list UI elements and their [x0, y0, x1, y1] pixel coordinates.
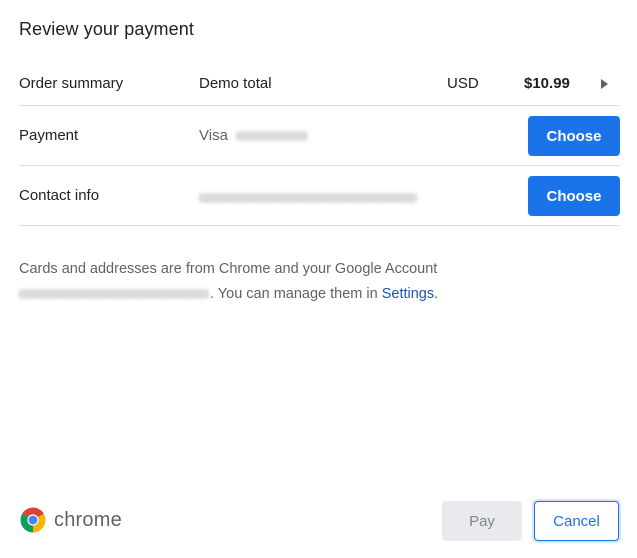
account-email-redacted [19, 289, 209, 300]
choose-contact-button[interactable]: Choose [528, 176, 620, 216]
order-summary-row[interactable]: Order summary Demo total USD $10.99 [19, 62, 619, 106]
choose-payment-button[interactable]: Choose [528, 116, 620, 156]
order-currency: USD [447, 75, 479, 92]
order-item-name: Demo total [199, 75, 272, 92]
info-line-2-text: . You can manage them in [210, 286, 382, 302]
contact-details-redacted [199, 193, 417, 203]
settings-link[interactable]: Settings [382, 286, 434, 302]
order-amount: $10.99 [524, 75, 570, 92]
info-line-2: . You can manage them in Settings. [19, 282, 619, 307]
payment-card-info: Visa [199, 127, 308, 144]
pay-button[interactable]: Pay [442, 501, 522, 541]
chrome-branding: chrome [19, 506, 122, 534]
card-number-redacted [235, 130, 308, 141]
dialog-title: Review your payment [19, 19, 194, 39]
info-text: Cards and addresses are from Chrome and … [19, 257, 619, 307]
cancel-button[interactable]: Cancel [534, 501, 619, 541]
payment-label: Payment [19, 127, 79, 144]
card-brand: Visa [199, 127, 228, 144]
chrome-logo-icon [20, 507, 46, 533]
contact-info-redacted [199, 190, 417, 207]
contact-row: Contact info Choose [19, 166, 620, 226]
payment-row: Payment Visa Choose [19, 106, 620, 166]
chrome-wordmark: chrome [54, 508, 122, 531]
expand-arrow-icon[interactable] [601, 79, 608, 89]
info-line-2-end: . [434, 286, 439, 302]
contact-label: Contact info [19, 187, 100, 204]
order-summary-label: Order summary [19, 75, 124, 92]
info-line-1: Cards and addresses are from Chrome and … [19, 261, 438, 277]
